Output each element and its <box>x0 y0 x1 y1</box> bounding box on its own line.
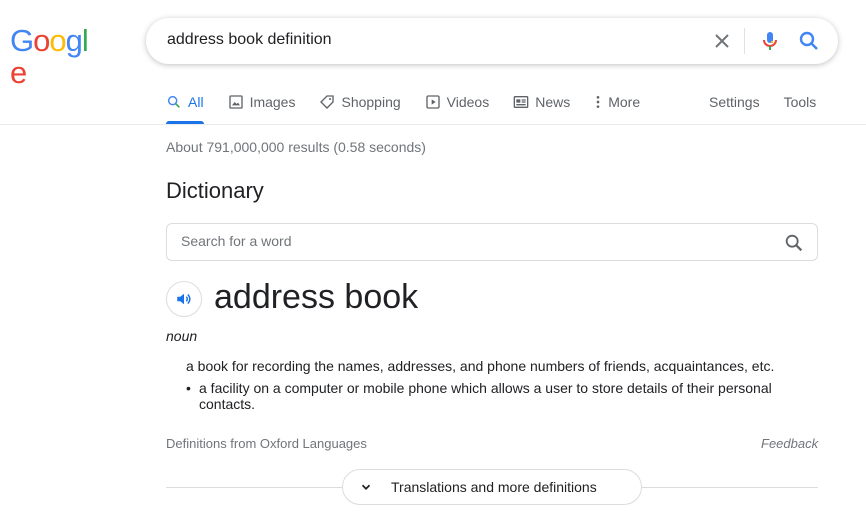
logo-letter: o <box>33 23 50 58</box>
newspaper-icon <box>513 96 529 108</box>
settings-link[interactable]: Settings <box>709 94 760 110</box>
word-search-input[interactable] <box>181 233 741 249</box>
search-icon[interactable] <box>783 232 805 254</box>
definitions-source[interactable]: Definitions from Oxford Languages <box>166 436 367 451</box>
search-icon[interactable] <box>797 29 821 53</box>
tab-all[interactable]: All <box>166 90 204 124</box>
google-logo[interactable]: Googl e <box>10 23 102 89</box>
logo-letter: g <box>65 23 83 58</box>
search-icon <box>167 95 180 108</box>
pronunciation-button[interactable] <box>166 281 202 317</box>
more-definitions-button[interactable]: Translations and more definitions <box>342 469 642 505</box>
search-tabs: All Images Shopping Videos News More <box>166 90 640 124</box>
word-search-box[interactable] <box>166 223 818 261</box>
header-divider <box>0 124 866 125</box>
part-of-speech: noun <box>166 328 198 344</box>
tab-more[interactable]: More <box>594 90 640 124</box>
tab-news[interactable]: News <box>513 90 570 124</box>
feedback-link[interactable]: Feedback <box>761 436 818 451</box>
tab-label: More <box>608 94 641 110</box>
definition-item: a facility on a computer or mobile phone… <box>186 380 786 412</box>
tab-label: Images <box>249 94 296 110</box>
headword: address book <box>214 278 419 316</box>
kebab-icon <box>596 96 600 108</box>
speaker-icon <box>177 293 191 305</box>
dictionary-title: Dictionary <box>166 178 264 203</box>
logo-letter: l <box>81 23 89 58</box>
logo-letter: o <box>49 23 66 58</box>
more-definitions-label: Translations and more definitions <box>391 479 597 495</box>
search-box[interactable]: address book definition <box>146 18 838 64</box>
tab-label: News <box>535 94 571 110</box>
search-divider <box>744 28 745 54</box>
tab-label: Videos <box>446 94 490 110</box>
mic-icon[interactable] <box>758 29 782 53</box>
logo-letter: G <box>10 23 34 58</box>
close-icon[interactable] <box>710 29 734 53</box>
tab-label: All <box>188 94 204 110</box>
tools-links: Settings Tools <box>709 94 816 110</box>
image-icon <box>228 95 243 109</box>
tab-shopping[interactable]: Shopping <box>319 90 401 124</box>
logo-letter: e <box>10 55 27 90</box>
play-icon <box>425 95 440 109</box>
tab-videos[interactable]: Videos <box>425 90 490 124</box>
result-stats: About 791,000,000 results (0.58 seconds) <box>166 139 426 155</box>
tools-link[interactable]: Tools <box>784 94 817 110</box>
definitions: a book for recording the names, addresse… <box>186 358 786 412</box>
tab-images[interactable]: Images <box>228 90 296 124</box>
tag-icon <box>320 95 335 109</box>
search-query[interactable]: address book definition <box>167 31 332 49</box>
chevron-down-icon <box>361 484 371 490</box>
definition-item: a book for recording the names, addresse… <box>186 358 775 374</box>
tab-label: Shopping <box>341 94 401 110</box>
